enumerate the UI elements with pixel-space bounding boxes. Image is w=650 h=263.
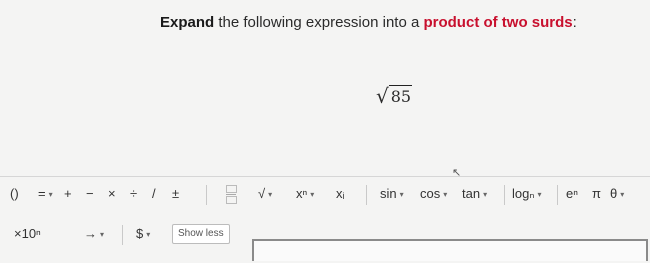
toolbar-divider <box>122 225 123 245</box>
question-middle: the following expression into a <box>214 14 424 31</box>
cos-button[interactable]: cos ▾ <box>420 183 447 205</box>
arrow-button[interactable]: → ▾ <box>84 223 104 245</box>
plus-button[interactable]: + <box>64 183 72 205</box>
chevron-down-icon: ▾ <box>100 229 105 239</box>
theta-label: θ <box>610 186 618 201</box>
sin-label: sin <box>380 186 397 201</box>
toolbar-divider <box>206 185 207 205</box>
toolbar-divider <box>504 185 505 205</box>
currency-label: $ <box>136 226 144 241</box>
radical-sign: √ <box>376 84 389 108</box>
chevron-down-icon: ▾ <box>310 189 315 199</box>
cos-label: cos <box>420 186 441 201</box>
math-expression: √ 85 <box>376 80 413 108</box>
power-label: xⁿ <box>296 186 308 201</box>
parentheses-button[interactable]: () <box>10 183 19 205</box>
show-less-button[interactable]: Show less <box>172 224 230 244</box>
chevron-down-icon: ▾ <box>537 189 542 199</box>
power-button[interactable]: xⁿ ▾ <box>296 183 314 205</box>
log-button[interactable]: logₙ ▾ <box>512 183 542 205</box>
fraction-icon <box>226 184 237 205</box>
chevron-down-icon: ▾ <box>48 189 53 199</box>
question-text: Expand the following expression into a p… <box>160 14 630 31</box>
question-bold: Expand <box>160 14 215 31</box>
chevron-down-icon: ▾ <box>146 229 151 239</box>
equals-label: = <box>38 186 46 201</box>
scientific-notation-button[interactable]: ×10ⁿ <box>14 223 41 245</box>
answer-input[interactable] <box>252 239 648 261</box>
toolbar-divider <box>557 185 558 205</box>
arrow-label: → <box>84 226 97 241</box>
fraction-button[interactable] <box>226 183 237 205</box>
slash-button[interactable]: / <box>152 183 156 205</box>
exp-button[interactable]: eⁿ <box>566 183 578 205</box>
divide-button[interactable]: ÷ <box>130 183 137 205</box>
equals-button[interactable]: = ▾ <box>38 183 53 205</box>
log-label: logₙ <box>512 186 535 201</box>
radicand: 85 <box>388 85 413 106</box>
sin-button[interactable]: sin ▾ <box>380 183 404 205</box>
chevron-down-icon: ▾ <box>268 189 273 199</box>
minus-button[interactable]: − <box>86 183 94 205</box>
chevron-down-icon: ▾ <box>620 189 625 199</box>
toolbar-divider <box>366 185 367 205</box>
chevron-down-icon: ▾ <box>443 189 448 199</box>
math-input-toolbar: () = ▾ + − × ÷ / ± √ ▾ xⁿ ▾ xᵢ sin ▾ cos ▾ ta… <box>0 176 650 261</box>
pi-button[interactable]: π <box>592 183 601 205</box>
times-button[interactable]: × <box>108 183 116 205</box>
chevron-down-icon: ▾ <box>483 189 488 199</box>
tan-label: tan <box>462 186 481 201</box>
question-end: : <box>572 14 577 31</box>
theta-button[interactable]: θ ▾ <box>610 183 624 205</box>
sqrt-label: √ <box>258 186 266 201</box>
question-emphasis: product of two surds <box>423 14 573 31</box>
currency-button[interactable]: $ ▾ <box>136 223 150 245</box>
subscript-button[interactable]: xᵢ <box>336 183 345 205</box>
sqrt-button[interactable]: √ ▾ <box>258 183 272 205</box>
plus-minus-button[interactable]: ± <box>172 183 179 205</box>
tan-button[interactable]: tan ▾ <box>462 183 487 205</box>
chevron-down-icon: ▾ <box>399 189 404 199</box>
